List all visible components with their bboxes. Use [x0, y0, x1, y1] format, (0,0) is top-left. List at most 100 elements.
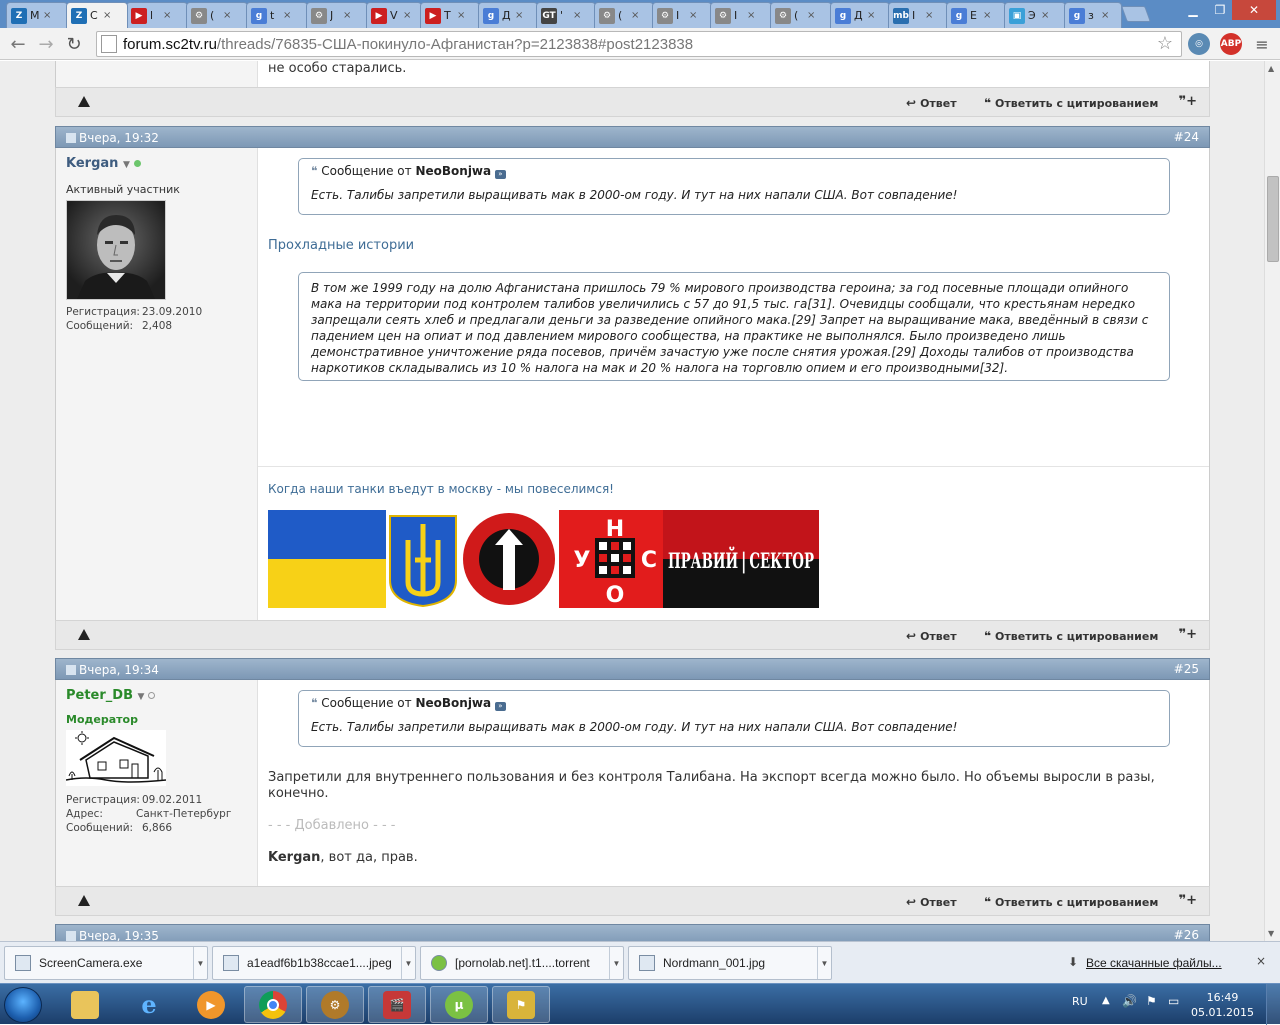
- tab-close-icon[interactable]: ×: [573, 10, 581, 21]
- explorer-taskbar-icon[interactable]: [56, 986, 114, 1023]
- view-post-icon[interactable]: »: [494, 170, 506, 179]
- download-item[interactable]: [pornolab.net].t1....torrent ▼: [420, 946, 624, 980]
- browser-tab[interactable]: Z С ×: [66, 2, 128, 28]
- browser-tab[interactable]: ⚙(×: [594, 2, 654, 28]
- username[interactable]: Peter_DB ▼: [66, 688, 247, 703]
- browser-tab[interactable]: ▣ Э ×: [1004, 2, 1066, 28]
- browser-tab[interactable]: g Д ×: [830, 2, 890, 28]
- chrome-taskbar-icon[interactable]: [244, 986, 302, 1023]
- reply-button[interactable]: ↩ Ответ: [906, 96, 957, 110]
- address-bar[interactable]: forum.sc2tv.ru/threads/76835-США-покинул…: [96, 31, 1182, 57]
- tab-close-icon[interactable]: ×: [223, 10, 231, 21]
- report-icon[interactable]: [78, 895, 90, 906]
- browser-tab[interactable]: Z М ×: [6, 2, 68, 28]
- reply-button[interactable]: ↩ Ответ: [906, 895, 957, 909]
- download-item[interactable]: a1eadf6b1b38ccae1....jpeg ▼: [212, 946, 416, 980]
- browser-tab[interactable]: ▶ V ×: [366, 2, 422, 28]
- app-taskbar-icon[interactable]: ⚑: [492, 986, 550, 1023]
- tab-close-icon[interactable]: ×: [631, 10, 639, 21]
- quote-reply-button[interactable]: ❝ Ответить с цитированием: [984, 96, 1158, 110]
- download-item[interactable]: ScreenCamera.exe ▼: [4, 946, 208, 980]
- dropdown-icon[interactable]: ▼: [609, 947, 623, 979]
- scrollbar-thumb[interactable]: [1267, 176, 1279, 262]
- tab-close-icon[interactable]: ×: [807, 10, 815, 21]
- user-menu-icon[interactable]: ▼: [123, 160, 130, 170]
- show-desktop-button[interactable]: [1266, 984, 1280, 1025]
- dropdown-icon[interactable]: ▼: [193, 947, 207, 979]
- story-link[interactable]: Прохладные истории: [268, 238, 414, 254]
- scroll-down-icon[interactable]: ▼: [1268, 929, 1274, 938]
- tab-close-icon[interactable]: ×: [343, 10, 351, 21]
- dropdown-icon[interactable]: ▼: [401, 947, 415, 979]
- tab-close-icon[interactable]: ×: [43, 10, 51, 21]
- post-number[interactable]: #24: [1174, 130, 1199, 144]
- window-close-button[interactable]: ✕: [1232, 0, 1276, 20]
- browser-tab[interactable]: ⚙ I ×: [710, 2, 772, 28]
- multiquote-icon[interactable]: ❞+: [1178, 627, 1197, 642]
- tab-close-icon[interactable]: ×: [983, 10, 991, 21]
- maximize-button[interactable]: ❐: [1208, 0, 1232, 20]
- scroll-up-icon[interactable]: ▲: [1268, 64, 1274, 73]
- clock[interactable]: 16:49 05.01.2015: [1191, 990, 1254, 1020]
- menu-icon[interactable]: ≡: [1250, 32, 1274, 56]
- browser-tab[interactable]: mb I ×: [888, 2, 948, 28]
- tab-close-icon[interactable]: ×: [689, 10, 697, 21]
- tab-close-icon[interactable]: ×: [1101, 10, 1109, 21]
- tab-close-icon[interactable]: ×: [457, 10, 465, 21]
- browser-tab[interactable]: g Д ×: [478, 2, 538, 28]
- tab-close-icon[interactable]: ×: [283, 10, 291, 21]
- browser-tab[interactable]: g з ×: [1064, 2, 1122, 28]
- new-tab-button[interactable]: [1121, 6, 1151, 22]
- settings-taskbar-icon[interactable]: ⚙: [306, 986, 364, 1023]
- adblock-icon[interactable]: ABP: [1220, 33, 1242, 55]
- multiquote-icon[interactable]: ❞+: [1178, 94, 1197, 109]
- browser-tab[interactable]: ⚙ I ×: [652, 2, 712, 28]
- tab-close-icon[interactable]: ×: [403, 10, 411, 21]
- tab-close-icon[interactable]: ×: [867, 10, 875, 21]
- tab-close-icon[interactable]: ×: [925, 10, 933, 21]
- browser-tab[interactable]: ▶ T ×: [420, 2, 480, 28]
- tab-close-icon[interactable]: ×: [163, 10, 171, 21]
- reply-button[interactable]: ↩ Ответ: [906, 629, 957, 643]
- tab-close-icon[interactable]: ×: [515, 10, 523, 21]
- dropdown-icon[interactable]: ▼: [817, 947, 831, 979]
- utorrent-taskbar-icon[interactable]: µ: [430, 986, 488, 1023]
- browser-tab[interactable]: ▶ l ×: [126, 2, 188, 28]
- report-icon[interactable]: [78, 96, 90, 107]
- extension-icon[interactable]: ◎: [1188, 33, 1210, 55]
- bookmark-star-icon[interactable]: ☆: [1157, 33, 1173, 54]
- avatar[interactable]: [65, 730, 167, 786]
- tray-expand-icon[interactable]: ▲: [1102, 995, 1110, 1006]
- page-scrollbar[interactable]: ▲ ▼: [1264, 61, 1280, 941]
- user-menu-icon[interactable]: ▼: [138, 692, 145, 702]
- username[interactable]: Kergan ▼: [66, 156, 247, 171]
- quote-reply-button[interactable]: ❝ Ответить с цитированием: [984, 895, 1158, 909]
- reload-icon[interactable]: ↻: [62, 32, 86, 56]
- display-icon[interactable]: ▭: [1168, 994, 1179, 1008]
- media-player-taskbar-icon[interactable]: ▶: [182, 986, 240, 1023]
- browser-tab[interactable]: ⚙(×: [186, 2, 248, 28]
- ie-taskbar-icon[interactable]: e: [120, 986, 178, 1023]
- report-icon[interactable]: [78, 629, 90, 640]
- quote-reply-button[interactable]: ❝ Ответить с цитированием: [984, 629, 1158, 643]
- video-editor-taskbar-icon[interactable]: 🎬: [368, 986, 426, 1023]
- language-indicator[interactable]: RU: [1072, 995, 1088, 1008]
- close-downloads-icon[interactable]: ×: [1256, 954, 1266, 968]
- download-item[interactable]: Nordmann_001.jpg ▼: [628, 946, 832, 980]
- avatar[interactable]: [66, 200, 166, 300]
- tab-close-icon[interactable]: ×: [747, 10, 755, 21]
- all-downloads-link[interactable]: Все скачанные файлы...: [1086, 956, 1222, 970]
- forward-icon[interactable]: →: [34, 32, 58, 56]
- back-icon[interactable]: ←: [6, 32, 30, 56]
- tab-close-icon[interactable]: ×: [1041, 10, 1049, 21]
- multiquote-icon[interactable]: ❞+: [1178, 893, 1197, 908]
- start-button[interactable]: [4, 987, 42, 1023]
- mention[interactable]: Kergan: [268, 850, 320, 865]
- post-number[interactable]: #25: [1174, 662, 1199, 676]
- browser-tab[interactable]: ⚙(×: [770, 2, 832, 28]
- browser-tab[interactable]: g t ×: [246, 2, 308, 28]
- volume-icon[interactable]: 🔊: [1122, 994, 1137, 1008]
- tab-close-icon[interactable]: ×: [103, 10, 111, 21]
- network-icon[interactable]: ⚑: [1146, 994, 1157, 1008]
- browser-tab[interactable]: ⚙ J ×: [306, 2, 368, 28]
